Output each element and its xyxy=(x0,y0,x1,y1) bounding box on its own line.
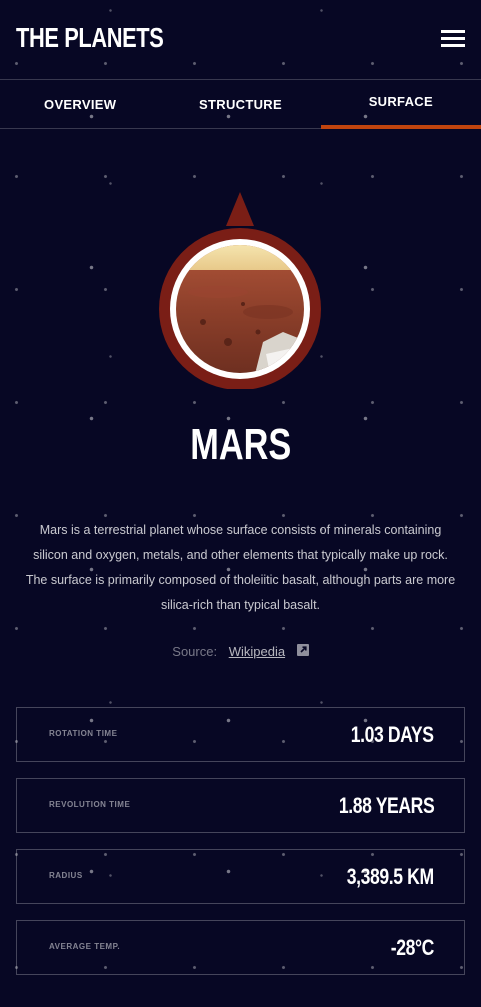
stat-value: 1.03 DAYS xyxy=(351,722,434,747)
planet-view-tabs: OVERVIEW STRUCTURE SURFACE xyxy=(0,80,481,129)
tab-surface[interactable]: SURFACE xyxy=(320,80,481,129)
stat-label: RADIUS xyxy=(49,871,83,880)
site-logo[interactable]: THE PLANETS xyxy=(16,22,164,54)
planet-name: MARS xyxy=(0,420,481,470)
stat-label: AVERAGE TEMP. xyxy=(49,942,121,951)
stat-rotation-time: ROTATION TIME 1.03 DAYS xyxy=(16,707,465,762)
stat-revolution-time: REVOLUTION TIME 1.88 YEARS xyxy=(16,778,465,833)
planet-name-text: MARS xyxy=(189,420,292,469)
hamburger-bar xyxy=(441,30,465,33)
source-line: Source: Wikipedia xyxy=(0,643,481,659)
tab-structure[interactable]: STRUCTURE xyxy=(160,80,320,128)
stat-label: ROTATION TIME xyxy=(49,729,118,738)
stat-value: -28°C xyxy=(390,935,435,960)
planet-description: Mars is a terrestrial planet whose surfa… xyxy=(25,523,456,612)
stat-average-temp: AVERAGE TEMP. -28°C xyxy=(16,920,465,975)
stat-value: 1.88 YEARS xyxy=(338,793,435,818)
tab-overview[interactable]: OVERVIEW xyxy=(0,80,160,128)
wikipedia-link[interactable]: Wikipedia xyxy=(229,644,285,659)
stat-label: REVOLUTION TIME xyxy=(49,800,131,809)
planet-stats: ROTATION TIME 1.03 DAYS REVOLUTION TIME … xyxy=(16,707,465,991)
source-label: Source: xyxy=(172,644,218,659)
planet-surface-image xyxy=(158,192,323,389)
external-link-icon[interactable] xyxy=(296,643,309,659)
stat-radius: RADIUS 3,389.5 KM xyxy=(16,849,465,904)
hamburger-bar xyxy=(441,37,465,40)
hamburger-bar xyxy=(441,44,465,47)
stat-value: 3,389.5 KM xyxy=(347,864,434,889)
site-header: THE PLANETS xyxy=(0,0,481,80)
hamburger-menu-icon[interactable] xyxy=(441,30,465,47)
